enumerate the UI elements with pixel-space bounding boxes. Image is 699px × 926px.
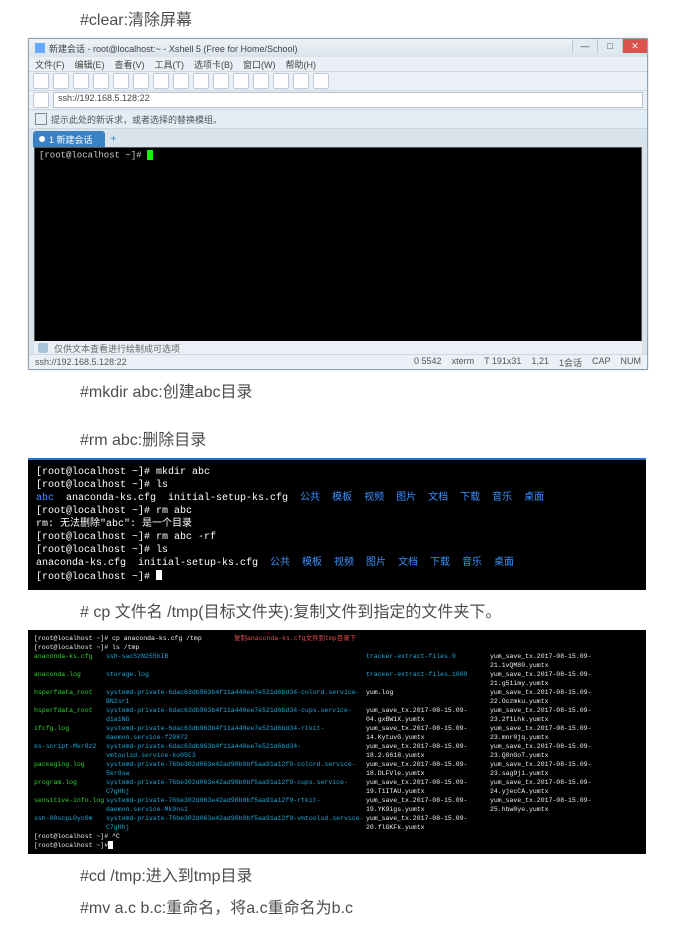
heading-cd: #cd /tmp:进入到tmp目录 xyxy=(80,862,699,886)
terminal-pane[interactable]: [root@localhost ~]# xyxy=(34,147,642,370)
footer-icon xyxy=(38,343,48,353)
terminal-output-cp: [root@localhost ~]# cp anaconda-ks.cfg /… xyxy=(28,630,646,854)
terminal-line: rm: 无法删除"abc": 是一个目录 xyxy=(36,518,638,531)
terminal-output: [root@localhost ~]# mkdir abc[root@local… xyxy=(28,458,646,590)
terminal-line: [root@localhost ~]# ls xyxy=(36,479,638,492)
ls-row: packaging.logsystemd-private-76be302d063… xyxy=(34,760,640,778)
ls-row: program.logsystemd-private-76be302d063e4… xyxy=(34,778,640,796)
terminal-line: abc anaconda-ks.cfg initial-setup-ks.cfg… xyxy=(36,492,638,505)
toolbar-button[interactable] xyxy=(253,73,269,89)
maximize-button[interactable]: □ xyxy=(597,39,622,53)
tab-add-button[interactable]: + xyxy=(105,131,123,147)
terminal-cursor xyxy=(147,150,153,160)
ls-row: ssh-08scpL0yc0msystemd-private-76be302d0… xyxy=(34,814,640,832)
terminal-line: [root@localhost ~]# mkdir abc xyxy=(36,466,638,479)
toolbar-button[interactable] xyxy=(93,73,109,89)
status-bar: ssh://192.168.5.128:22 0 5542 xterm T 19… xyxy=(29,354,647,369)
lock-icon xyxy=(33,92,49,108)
toolbar-button[interactable] xyxy=(133,73,149,89)
ls-row: ks-script-Mkr8z2systemd-private-6dac63db… xyxy=(34,742,640,760)
terminal-line: anaconda-ks.cfg initial-setup-ks.cfg 公共 … xyxy=(36,557,638,570)
status-item: CAP xyxy=(592,356,611,369)
footer-text: 仅供文本查看进行绘制成可选项 xyxy=(54,342,180,355)
hint-footer: 仅供文本查看进行绘制成可选项 xyxy=(34,341,642,355)
screenshot-terminal-rm: [root@localhost ~]# mkdir abc[root@local… xyxy=(28,458,699,590)
menu-item[interactable]: 工具(T) xyxy=(155,58,185,71)
menu-bar: 文件(F) 编辑(E) 查看(V) 工具(T) 选项卡(B) 窗口(W) 帮助(… xyxy=(29,57,647,71)
heading-clear: #clear:清除屏幕 xyxy=(80,6,699,30)
status-addr: ssh://192.168.5.128:22 xyxy=(35,357,127,367)
close-button[interactable]: ✕ xyxy=(622,39,647,53)
menu-item[interactable]: 查看(V) xyxy=(115,58,145,71)
status-item: 1会话 xyxy=(559,356,582,369)
terminal-cursor xyxy=(156,570,162,580)
minimize-button[interactable]: — xyxy=(572,39,597,53)
heading-mv: #mv a.c b.c:重命名，将a.c重命名为b.c xyxy=(80,894,699,918)
terminal-line: [root@localhost ~]# ls /tmp xyxy=(34,643,139,652)
menu-item[interactable]: 编辑(E) xyxy=(75,58,105,71)
tab-label: 1 新建会话 xyxy=(49,133,93,146)
terminal-line: [root@localhost ~]# xyxy=(36,570,638,584)
toolbar-button[interactable] xyxy=(293,73,309,89)
toolbar-button[interactable] xyxy=(213,73,229,89)
toolbar-button[interactable] xyxy=(173,73,189,89)
hint-bar: 提示此处的新诉求，或者选择的替换模组。 xyxy=(29,110,647,129)
ls-row: hsperfdata_rootsystemd-private-6dac63db9… xyxy=(34,706,640,724)
terminal-line: [root@localhost ~]# ^C xyxy=(34,832,120,841)
annotation-text: 复制anaconda-ks.cfg文件到tmp目录下 xyxy=(234,634,356,643)
menu-item[interactable]: 帮助(H) xyxy=(286,58,317,71)
menu-item[interactable]: 文件(F) xyxy=(35,58,65,71)
app-icon xyxy=(35,43,45,53)
toolbar-button[interactable] xyxy=(313,73,329,89)
ls-row: ifcfg.logsystemd-private-6dac63db963b4f1… xyxy=(34,724,640,742)
terminal-line: [root@localhost ~]# rm abc -rf xyxy=(36,531,638,544)
terminal-line: [root@localhost ~]# cp anaconda-ks.cfg /… xyxy=(34,634,234,643)
status-item: xterm xyxy=(452,356,475,369)
toolbar-button[interactable] xyxy=(113,73,129,89)
ls-row: anaconda.logstorage.logtracker-extract-f… xyxy=(34,670,640,688)
screenshot-xshell-clear: 新建会话 - root@localhost:~ - Xshell 5 (Free… xyxy=(28,38,699,370)
terminal-line: [root@localhost ~]# xyxy=(34,841,108,850)
terminal-prompt: [root@localhost ~]# xyxy=(39,150,147,160)
terminal-line: [root@localhost ~]# ls xyxy=(36,544,638,557)
menu-item[interactable]: 窗口(W) xyxy=(243,58,276,71)
ls-row: anaconda-ks.cfgssh-sacSzN255hIBtracker-e… xyxy=(34,652,640,670)
address-field[interactable]: ssh://192.168.5.128:22 xyxy=(53,92,643,108)
window-title: 新建会话 - root@localhost:~ - Xshell 5 (Free… xyxy=(49,42,297,55)
toolbar-button[interactable] xyxy=(53,73,69,89)
menu-item[interactable]: 选项卡(B) xyxy=(194,58,233,71)
toolbar-button[interactable] xyxy=(233,73,249,89)
screenshot-terminal-cp: [root@localhost ~]# cp anaconda-ks.cfg /… xyxy=(28,630,699,854)
heading-mkdir: #mkdir abc:创建abc目录 xyxy=(80,378,699,402)
address-bar: ssh://192.168.5.128:22 xyxy=(29,91,647,110)
status-item: 1,21 xyxy=(531,356,549,369)
toolbar-button[interactable] xyxy=(273,73,289,89)
status-item: T 191x31 xyxy=(484,356,521,369)
heading-rm: #rm abc:删除目录 xyxy=(80,426,699,450)
heading-cp: # cp 文件名 /tmp(目标文件夹):复制文件到指定的文件夹下。 xyxy=(80,598,699,622)
status-item: 0 5542 xyxy=(414,356,442,369)
toolbar-button[interactable] xyxy=(153,73,169,89)
window-titlebar: 新建会话 - root@localhost:~ - Xshell 5 (Free… xyxy=(29,39,647,57)
hint-checkbox[interactable] xyxy=(35,113,47,125)
terminal-line: [root@localhost ~]# rm abc xyxy=(36,505,638,518)
ls-row: hsperfdata_rootsystemd-private-6dac63db9… xyxy=(34,688,640,706)
terminal-cursor xyxy=(108,841,113,849)
tab-bar: 1 新建会话 + xyxy=(29,129,647,147)
hint-text: 提示此处的新诉求，或者选择的替换模组。 xyxy=(51,113,222,126)
toolbar-button[interactable] xyxy=(193,73,209,89)
toolbar xyxy=(29,71,647,91)
toolbar-button[interactable] xyxy=(73,73,89,89)
ls-row: sensitive-info.logsystemd-private-76be30… xyxy=(34,796,640,814)
status-item: NUM xyxy=(621,356,642,369)
toolbar-button[interactable] xyxy=(33,73,49,89)
tab-dot xyxy=(39,136,45,142)
session-tab[interactable]: 1 新建会话 xyxy=(33,131,105,147)
